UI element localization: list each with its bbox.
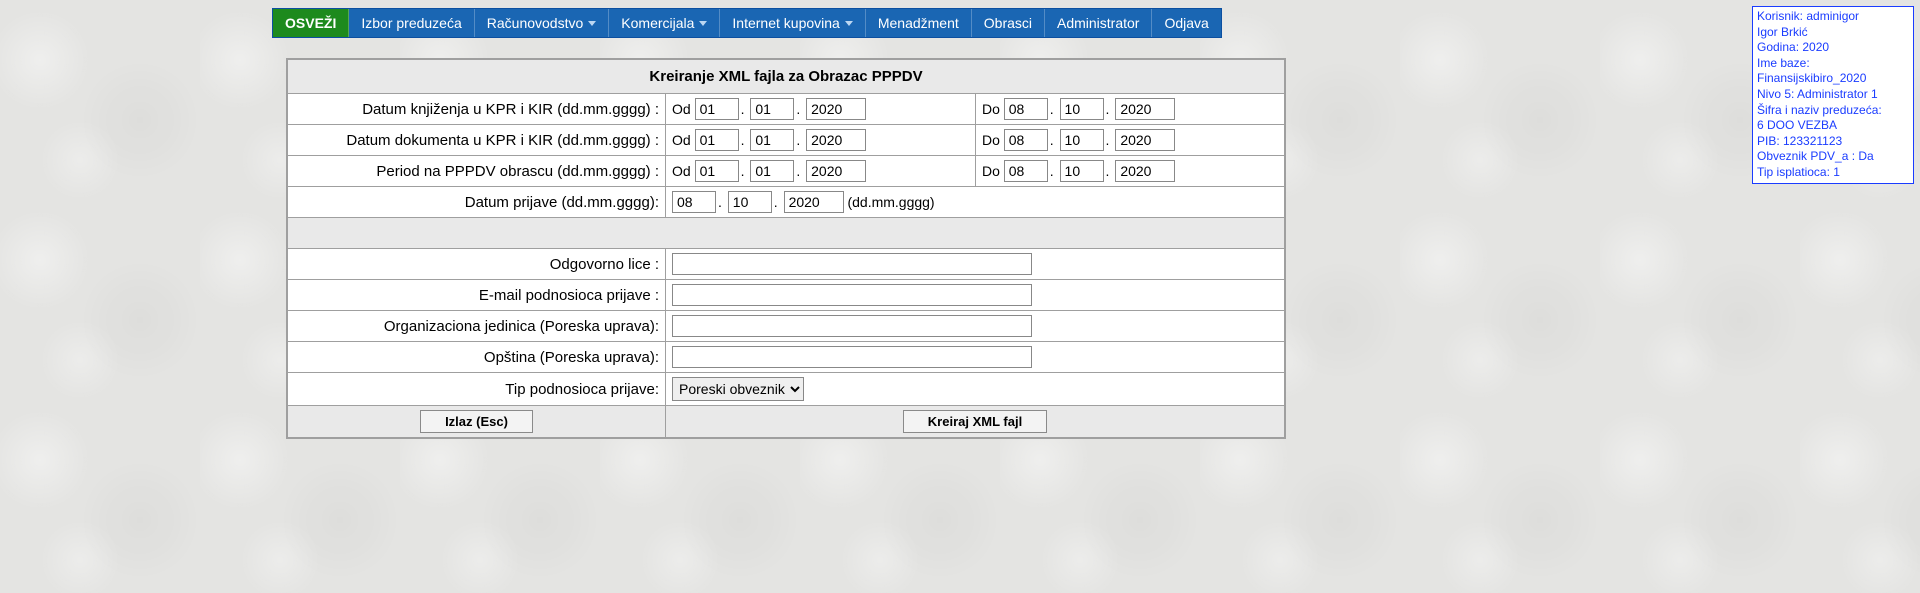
chevron-down-icon [588, 21, 596, 26]
cell-r2-od: Od . . [666, 125, 976, 156]
cell-r1-od: Od . . [666, 94, 976, 125]
info-sifra-label: Šifra i naziv preduzeća: [1757, 103, 1909, 119]
r2-do-year[interactable] [1115, 129, 1175, 151]
r3-od-month[interactable] [750, 160, 794, 182]
r4-day[interactable] [672, 191, 716, 213]
od-label: Od [672, 101, 691, 117]
cell-exit: Izlaz (Esc) [287, 406, 666, 439]
nav-odjava[interactable]: Odjava [1152, 9, 1220, 37]
cell-r4: . . (dd.mm.gggg) [666, 187, 1286, 218]
od-label: Od [672, 163, 691, 179]
session-info-box: Korisnik: adminigor Igor Brkić Godina: 2… [1752, 6, 1914, 184]
nav-label: Internet kupovina [732, 15, 839, 31]
cell-r6 [666, 280, 1286, 311]
r3-do-day[interactable] [1004, 160, 1048, 182]
create-xml-button[interactable]: Kreiraj XML fajl [903, 410, 1047, 433]
nav-internet-kupovina[interactable]: Internet kupovina [720, 9, 865, 37]
label-tip-podnosioca: Tip podnosioca prijave: [287, 373, 666, 406]
cell-create: Kreiraj XML fajl [666, 406, 1286, 439]
email-input[interactable] [672, 284, 1032, 306]
nav-label: Administrator [1057, 15, 1139, 31]
date-hint: (dd.mm.gggg) [847, 194, 934, 210]
r2-od-year[interactable] [806, 129, 866, 151]
r2-do-month[interactable] [1060, 129, 1104, 151]
label-org-jedinica: Organizaciona jedinica (Poreska uprava): [287, 311, 666, 342]
label-opstina: Opština (Poreska uprava): [287, 342, 666, 373]
r4-month[interactable] [728, 191, 772, 213]
nav-izbor-preduzeca[interactable]: Izbor preduzeća [349, 9, 474, 37]
info-baza-value: Finansijskibiro_2020 [1757, 71, 1909, 87]
info-baza-label: Ime baze: [1757, 56, 1909, 72]
do-label: Do [982, 101, 1000, 117]
label-datum-dokumenta: Datum dokumenta u KPR i KIR (dd.mm.gggg)… [287, 125, 666, 156]
cell-r8 [666, 342, 1286, 373]
tip-podnosioca-select[interactable]: Poreski obveznik [672, 377, 804, 401]
nav-label: Izbor preduzeća [361, 15, 461, 31]
cell-r3-od: Od . . [666, 156, 976, 187]
opstina-input[interactable] [672, 346, 1032, 368]
nav-refresh[interactable]: OSVEŽI [273, 9, 349, 37]
do-label: Do [982, 132, 1000, 148]
nav-komercijala[interactable]: Komercijala [609, 9, 720, 37]
r1-od-day[interactable] [695, 98, 739, 120]
cell-r5 [666, 249, 1286, 280]
cell-r9: Poreski obveznik [666, 373, 1286, 406]
nav-obrasci[interactable]: Obrasci [972, 9, 1045, 37]
r2-od-month[interactable] [750, 129, 794, 151]
r4-year[interactable] [784, 191, 844, 213]
r1-do-year[interactable] [1115, 98, 1175, 120]
r3-od-day[interactable] [695, 160, 739, 182]
do-label: Do [982, 163, 1000, 179]
nav-label: Odjava [1164, 15, 1208, 31]
form-title: Kreiranje XML fajla za Obrazac PPPDV [287, 59, 1285, 94]
nav-label: Računovodstvo [487, 15, 584, 31]
od-label: Od [672, 132, 691, 148]
exit-button[interactable]: Izlaz (Esc) [420, 410, 533, 433]
cell-r2-do: Do . . [975, 125, 1285, 156]
odgovorno-lice-input[interactable] [672, 253, 1032, 275]
pppdv-form-table: Kreiranje XML fajla za Obrazac PPPDV Dat… [286, 58, 1286, 439]
r1-do-month[interactable] [1060, 98, 1104, 120]
org-jedinica-input[interactable] [672, 315, 1032, 337]
info-godina: Godina: 2020 [1757, 40, 1909, 56]
cell-r3-do: Do . . [975, 156, 1285, 187]
r2-od-day[interactable] [695, 129, 739, 151]
nav-label: Obrasci [984, 15, 1032, 31]
nav-racunovodstvo[interactable]: Računovodstvo [475, 9, 610, 37]
cell-r1-do: Do . . [975, 94, 1285, 125]
info-pib: PIB: 123321123 [1757, 134, 1909, 150]
r1-od-month[interactable] [750, 98, 794, 120]
form-container: Kreiranje XML fajla za Obrazac PPPDV Dat… [286, 58, 1286, 439]
r3-do-year[interactable] [1115, 160, 1175, 182]
spacer-row [287, 218, 1285, 249]
label-datum-prijave: Datum prijave (dd.mm.gggg): [287, 187, 666, 218]
info-sifra-value: 6 DOO VEZBA [1757, 118, 1909, 134]
cell-r7 [666, 311, 1286, 342]
chevron-down-icon [845, 21, 853, 26]
r2-do-day[interactable] [1004, 129, 1048, 151]
info-nivo: Nivo 5: Administrator 1 [1757, 87, 1909, 103]
nav-administrator[interactable]: Administrator [1045, 9, 1152, 37]
info-tip: Tip isplatioca: 1 [1757, 165, 1909, 181]
chevron-down-icon [699, 21, 707, 26]
label-period: Period na PPPDV obrascu (dd.mm.gggg) : [287, 156, 666, 187]
r1-do-day[interactable] [1004, 98, 1048, 120]
nav-menadzment[interactable]: Menadžment [866, 9, 972, 37]
nav-label: Komercijala [621, 15, 694, 31]
label-datum-knjizenja: Datum knjiženja u KPR i KIR (dd.mm.gggg)… [287, 94, 666, 125]
top-nav: OSVEŽI Izbor preduzeća Računovodstvo Kom… [272, 8, 1222, 38]
info-obveznik: Obveznik PDV_a : Da [1757, 149, 1909, 165]
r3-od-year[interactable] [806, 160, 866, 182]
label-odgovorno-lice: Odgovorno lice : [287, 249, 666, 280]
info-korisnik: Korisnik: adminigor [1757, 9, 1909, 25]
label-email: E-mail podnosioca prijave : [287, 280, 666, 311]
nav-label: Menadžment [878, 15, 959, 31]
r3-do-month[interactable] [1060, 160, 1104, 182]
info-ime: Igor Brkić [1757, 25, 1909, 41]
r1-od-year[interactable] [806, 98, 866, 120]
